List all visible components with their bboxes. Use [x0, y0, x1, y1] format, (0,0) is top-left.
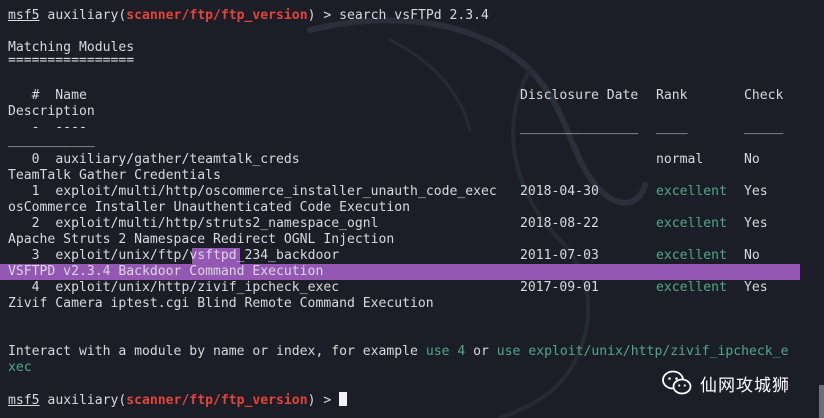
column-rule-check: _____ [744, 120, 784, 135]
module-description: TeamTalk Gather Credentials [8, 168, 221, 183]
column-header-num-name: # Name [8, 88, 87, 103]
module-name: exploit/multi/http/oscommerce_installer_… [55, 184, 497, 199]
module-index: 4 [8, 280, 56, 295]
terminal-window[interactable]: msf5 auxiliary(scanner/ftp/ftp_version) … [0, 0, 824, 418]
module-date: 2011-07-03 [520, 248, 599, 263]
interact-text: Interact with a module by name or index,… [8, 344, 426, 359]
interact-command-wrap: xec [8, 360, 32, 375]
module-check: Yes [744, 184, 768, 199]
table-row: 1 exploit/multi/http/oscommerce_installe… [8, 184, 497, 200]
module-rank: excellent [656, 248, 727, 263]
column-header-date: Disclosure Date [520, 88, 639, 103]
column-rule-description: ___________ [8, 133, 95, 148]
table-row: 2 exploit/multi/http/struts2_namespace_o… [8, 216, 379, 232]
module-check: Yes [744, 216, 768, 231]
module-name-after: _234_backdoor [236, 248, 340, 263]
interact-command-name: use exploit/unix/http/zivif_ipcheck_e [496, 344, 789, 359]
brand-name: 仙网攻城狮 [700, 375, 790, 396]
module-index: 0 [8, 152, 56, 167]
module-rank: excellent [656, 184, 727, 199]
module-check: Yes [744, 280, 768, 295]
module-name: exploit/multi/http/struts2_namespace_ogn… [55, 216, 379, 231]
heading-rule: ================ [8, 53, 135, 68]
prompt-suffix: ) > [307, 8, 340, 23]
prompt-line[interactable]: msf5 auxiliary(scanner/ftp/ftp_version) … [8, 392, 348, 408]
module-date: 2018-04-30 [520, 184, 599, 199]
search-command: search vsFTPd 2.3.4 [339, 8, 489, 23]
prompt-module: scanner/ftp/ftp_version [126, 393, 308, 408]
column-rule-date: _______________ [520, 120, 639, 135]
module-rank: excellent [656, 216, 727, 231]
column-header-check: Check [744, 88, 784, 103]
wechat-icon [662, 370, 692, 395]
prompt-user: msf5 [8, 8, 40, 23]
table-row: 4 exploit/unix/http/zivif_ipcheck_exec [8, 280, 339, 296]
module-name: exploit/unix/http/zivif_ipcheck_exec [55, 280, 340, 295]
prompt-prefix: auxiliary( [39, 393, 127, 408]
module-check: No [744, 152, 760, 167]
module-description: VSFTPD v2.3.4 Backdoor Command Execution [8, 264, 324, 279]
prompt-suffix: ) > [307, 393, 340, 408]
prompt-module: scanner/ftp/ftp_version [126, 8, 308, 23]
module-index: 3 [8, 248, 56, 263]
command-line: msf5 auxiliary(scanner/ftp/ftp_version) … [8, 8, 489, 24]
module-date: 2018-08-22 [520, 216, 599, 231]
table-row: 0 auxiliary/gather/teamtalk_creds [8, 152, 300, 168]
column-header-rank: Rank [656, 88, 688, 103]
module-index: 1 [8, 184, 56, 199]
module-rank: excellent [656, 280, 727, 295]
module-date: 2017-09-01 [520, 280, 599, 295]
column-header-description: Description [8, 104, 95, 119]
column-rule-rank: ____ [656, 120, 688, 135]
interact-command-index: use 4 [425, 344, 466, 359]
scrollbar-thumb[interactable] [819, 385, 824, 418]
module-rank: normal [656, 152, 704, 167]
module-name: auxiliary/gather/teamtalk_creds [55, 152, 300, 167]
module-description: Zivif Camera iptest.cgi Blind Remote Com… [8, 296, 434, 311]
module-index: 2 [8, 216, 56, 231]
table-row: 3 exploit/unix/ftp/vsftpd_234_backdoor [8, 248, 339, 264]
module-name-match: vsftpd [189, 248, 237, 263]
module-description: osCommerce Installer Unauthenticated Cod… [8, 200, 411, 215]
module-name-before: exploit/unix/ftp/ [55, 248, 190, 263]
text-cursor [339, 392, 348, 406]
wechat-watermark: 仙网攻城狮 [662, 368, 812, 398]
prompt-user: msf5 [8, 393, 40, 408]
prompt-prefix: auxiliary( [39, 8, 127, 23]
module-check: No [744, 248, 760, 263]
interact-text-or: or [465, 344, 497, 359]
module-description: Apache Struts 2 Namespace Redirect OGNL … [8, 232, 395, 247]
interact-hint: Interact with a module by name or index,… [8, 344, 788, 360]
